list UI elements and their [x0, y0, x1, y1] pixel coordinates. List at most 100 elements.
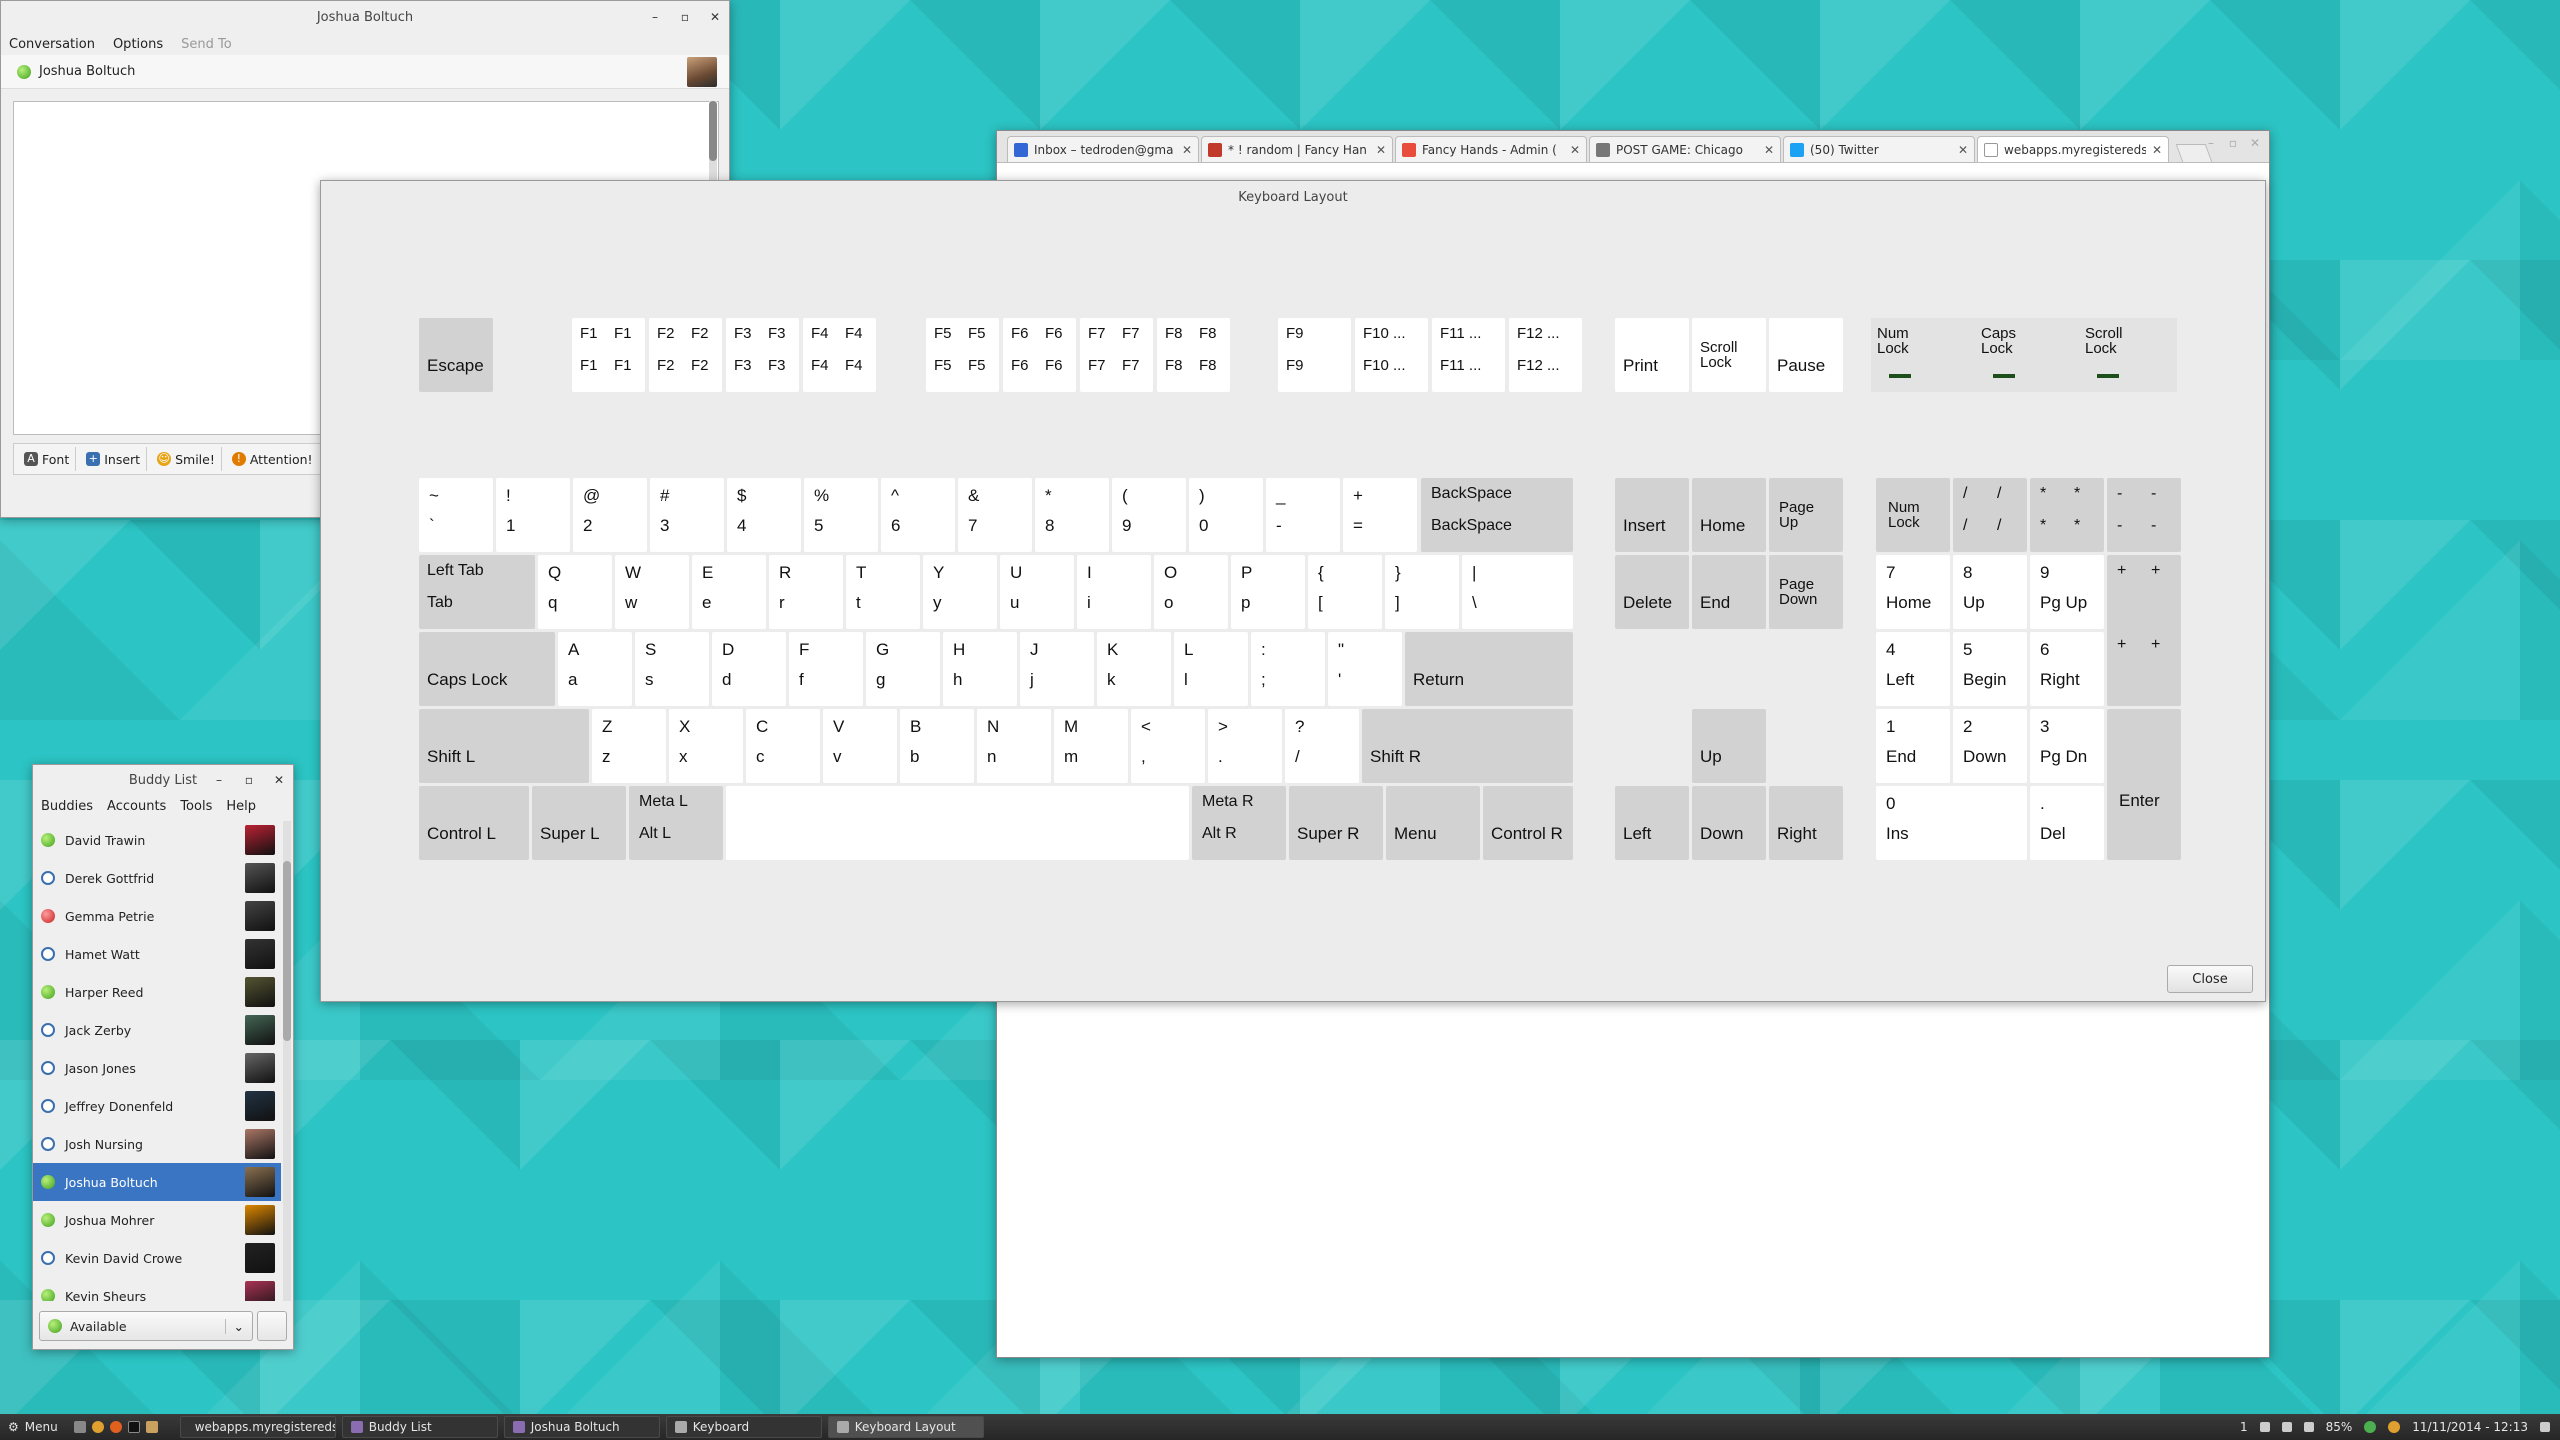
key-k0[interactable]: ) 0: [1189, 478, 1263, 552]
workspace-indicator[interactable]: 1: [2240, 1420, 2248, 1434]
key-f2[interactable]: F2 F2 F2 F2: [649, 318, 722, 392]
key-n[interactable]: Nn: [977, 709, 1051, 783]
key-e[interactable]: Ee: [692, 555, 766, 629]
key-super-r[interactable]: Super R: [1289, 786, 1383, 860]
key-minus[interactable]: _ -: [1266, 478, 1340, 552]
attention-button[interactable]: ! Attention!: [226, 447, 319, 471]
buddy-list-titlebar[interactable]: Buddy List – ▫ ✕: [33, 765, 293, 795]
key-period[interactable]: >.: [1208, 709, 1282, 783]
key-comma[interactable]: <,: [1131, 709, 1205, 783]
menu-options[interactable]: Options: [113, 37, 163, 52]
show-desktop-icon[interactable]: [2540, 1422, 2550, 1432]
key-k4[interactable]: $4: [727, 478, 801, 552]
conversation-titlebar[interactable]: Joshua Boltuch – ▫ ✕: [1, 1, 729, 33]
network-icon[interactable]: [2259, 1422, 2270, 1432]
key-backslash[interactable]: | \: [1462, 555, 1573, 629]
buddy-row[interactable]: Joshua Mohrer: [33, 1201, 281, 1239]
pidgin-tray-icon[interactable]: [2364, 1421, 2377, 1433]
key-f9[interactable]: F9 F9: [1278, 318, 1351, 392]
key-scroll-lock[interactable]: Scroll Lock: [1692, 318, 1766, 392]
folder-icon[interactable]: [145, 1421, 158, 1433]
browser-tab[interactable]: POST GAME: Chicago ✕: [1589, 136, 1781, 162]
task-buddy-list[interactable]: Buddy List: [341, 1416, 498, 1438]
key-j[interactable]: Jj: [1020, 632, 1094, 706]
key-f10[interactable]: F10 ... F10 ...: [1355, 318, 1428, 392]
key-backspace[interactable]: BackSpace BackSpace: [1421, 478, 1573, 552]
key-slash[interactable]: ? /: [1285, 709, 1359, 783]
key-kp7[interactable]: 7 Home: [1876, 555, 1950, 629]
buddy-row[interactable]: Gemma Petrie: [33, 897, 281, 935]
key-kp-mul[interactable]: * * * *: [2030, 478, 2104, 552]
task-keyboard-layout[interactable]: Keyboard Layout: [827, 1416, 984, 1438]
key-kp-dot[interactable]: . Del: [2030, 786, 2104, 860]
key-kp9[interactable]: 9 Pg Up: [2030, 555, 2104, 629]
key-f1[interactable]: F1 F1 F1 F1: [572, 318, 645, 392]
clock[interactable]: 11/11/2014 - 12:13: [2412, 1420, 2528, 1434]
key-k9[interactable]: (9: [1112, 478, 1186, 552]
buddy-row[interactable]: Kevin Sheurs: [33, 1277, 281, 1301]
status-message-button[interactable]: [257, 1311, 287, 1341]
key-f7[interactable]: F7 F7 F7 F7: [1080, 318, 1153, 392]
key-caps[interactable]: Caps Lock: [419, 632, 555, 706]
buddy-row[interactable]: Josh Nursing: [33, 1125, 281, 1163]
buddy-list-scrollbar[interactable]: [283, 821, 291, 1301]
key-f8[interactable]: F8 F8 F8 F8: [1157, 318, 1230, 392]
chrome-tray-icon[interactable]: [2388, 1421, 2401, 1433]
key-page-up[interactable]: Page Up: [1769, 478, 1843, 552]
task-conversation[interactable]: Joshua Boltuch: [503, 1416, 660, 1438]
buddy-row[interactable]: Kevin David Crowe: [33, 1239, 281, 1277]
buddy-row[interactable]: Jason Jones: [33, 1049, 281, 1087]
key-o[interactable]: Oo: [1154, 555, 1228, 629]
key-tilde[interactable]: ~ `: [419, 478, 493, 552]
key-f3[interactable]: F3 F3 F3 F3: [726, 318, 799, 392]
maximize-icon[interactable]: ▫: [241, 772, 257, 788]
battery-indicator[interactable]: 85%: [2326, 1420, 2353, 1434]
key-x[interactable]: Xx: [669, 709, 743, 783]
key-k3[interactable]: #3: [650, 478, 724, 552]
key-print[interactable]: Print: [1615, 318, 1689, 392]
key-f5[interactable]: F5 F5 F5 F5: [926, 318, 999, 392]
key-left[interactable]: Left: [1615, 786, 1689, 860]
key-rbracket[interactable]: }]: [1385, 555, 1459, 629]
key-up[interactable]: Up: [1692, 709, 1766, 783]
key-delete[interactable]: Delete: [1615, 555, 1689, 629]
browser-tab[interactable]: * ! random | Fancy Han ✕: [1201, 136, 1393, 162]
key-k7[interactable]: & 7: [958, 478, 1032, 552]
buddy-row[interactable]: Jeffrey Donenfeld: [33, 1087, 281, 1125]
key-c[interactable]: Cc: [746, 709, 820, 783]
browser-tab-active[interactable]: webapps.myregistereds ✕: [1977, 136, 2169, 162]
key-k1[interactable]: ! 1: [496, 478, 570, 552]
key-kp6[interactable]: 6 Right: [2030, 632, 2104, 706]
key-kp1[interactable]: 1 End: [1876, 709, 1950, 783]
task-browser[interactable]: webapps.myregistereds...: [179, 1416, 336, 1438]
key-return[interactable]: Return: [1405, 632, 1573, 706]
buddy-row[interactable]: Hamet Watt: [33, 935, 281, 973]
key-b[interactable]: Bb: [900, 709, 974, 783]
files-icon[interactable]: [73, 1421, 86, 1433]
key-home[interactable]: Home: [1692, 478, 1766, 552]
key-k[interactable]: Kk: [1097, 632, 1171, 706]
menu-conversation[interactable]: Conversation: [9, 37, 95, 52]
key-p[interactable]: Pp: [1231, 555, 1305, 629]
key-kp0[interactable]: 0 Ins: [1876, 786, 2027, 860]
key-f4[interactable]: F4 F4 F4 F4: [803, 318, 876, 392]
key-kp2[interactable]: 2 Down: [1953, 709, 2027, 783]
buddy-row[interactable]: Jack Zerby: [33, 1011, 281, 1049]
keyboard-layout-titlebar[interactable]: Keyboard Layout: [321, 181, 2265, 213]
key-kp5[interactable]: 5 Begin: [1953, 632, 2027, 706]
maximize-icon[interactable]: ▫: [677, 9, 693, 25]
close-tab-icon[interactable]: ✕: [1764, 143, 1774, 157]
minimize-icon[interactable]: –: [2203, 135, 2219, 151]
buddy-row[interactable]: Joshua Boltuch: [33, 1163, 281, 1201]
key-k8[interactable]: * 8: [1035, 478, 1109, 552]
key-f[interactable]: Ff: [789, 632, 863, 706]
key-z[interactable]: Zz: [592, 709, 666, 783]
key-t[interactable]: Tt: [846, 555, 920, 629]
key-end[interactable]: End: [1692, 555, 1766, 629]
close-tab-icon[interactable]: ✕: [1958, 143, 1968, 157]
key-down[interactable]: Down: [1692, 786, 1766, 860]
browser-tab[interactable]: Fancy Hands - Admin (✕: [1395, 136, 1587, 162]
close-tab-icon[interactable]: ✕: [2152, 143, 2162, 157]
smile-button[interactable]: ☺ Smile!: [151, 447, 222, 471]
terminal-icon[interactable]: [127, 1421, 140, 1433]
